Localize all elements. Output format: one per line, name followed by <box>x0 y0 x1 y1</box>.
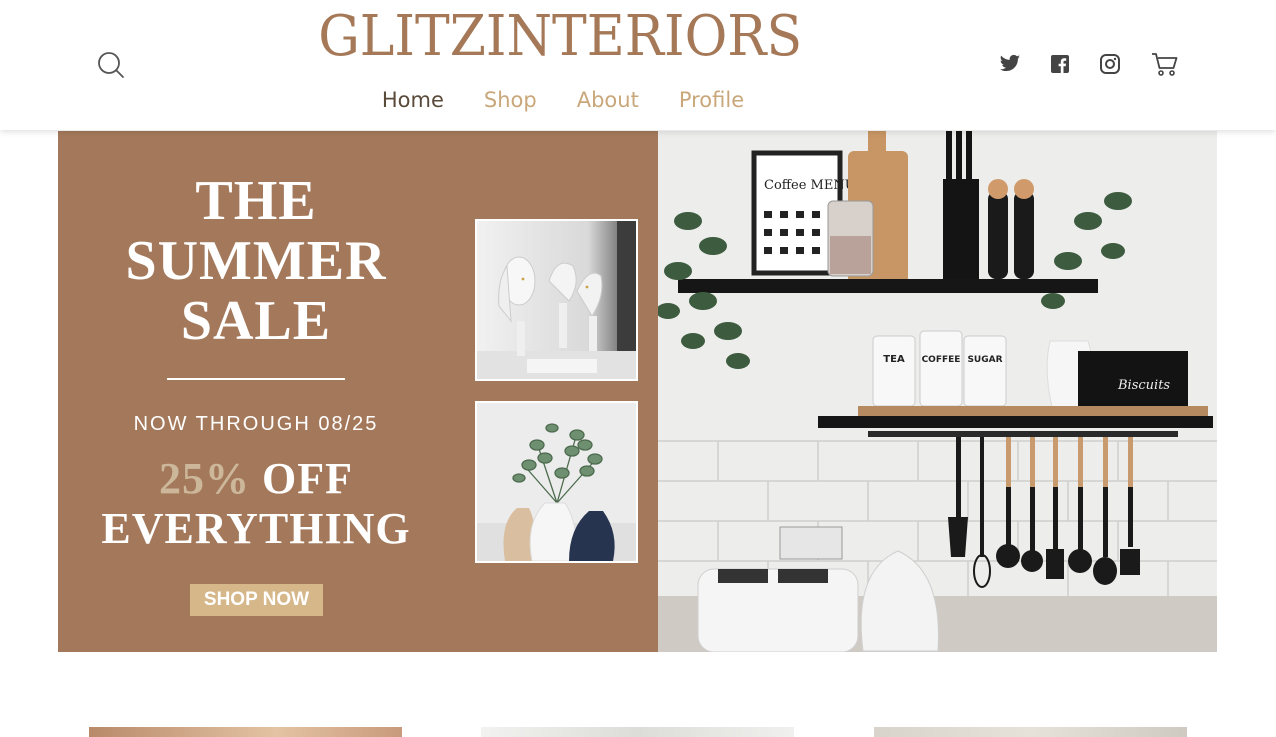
divider <box>167 378 345 380</box>
offer-off: OFF <box>262 454 353 503</box>
kitchen-shelf-photo: Coffee MENU TEA COFFEE SUGAR Biscuits <box>658 131 1217 652</box>
nav-item-profile[interactable]: Profile <box>679 88 744 112</box>
twitter-icon[interactable] <box>998 52 1022 76</box>
instagram-icon[interactable] <box>1098 52 1122 76</box>
tea-canister-label: TEA <box>883 354 905 365</box>
product-card[interactable] <box>874 727 1187 737</box>
sale-offer: 25% OFF EVERYTHING <box>58 454 454 554</box>
coffee-canister-label: COFFEE <box>922 355 961 365</box>
sale-title-line-3: SALE <box>180 290 332 352</box>
search-icon[interactable] <box>96 50 126 80</box>
biscuits-tin-label: Biscuits <box>1117 378 1170 393</box>
cart-icon[interactable] <box>1150 49 1180 79</box>
nav-item-about[interactable]: About <box>577 88 639 112</box>
nav-item-home[interactable]: Home <box>382 88 444 112</box>
site-header: GLITZINTERIORS Home Shop About Profile <box>0 0 1276 130</box>
sale-title-line-1: THE <box>195 170 317 232</box>
facebook-icon[interactable] <box>1048 52 1072 76</box>
sale-banner: THE SUMMER SALE NOW THROUGH 08/25 25% OF… <box>58 131 658 652</box>
brand-logo[interactable]: GLITZINTERIORS <box>318 4 802 69</box>
product-thumbnail-sculpture[interactable] <box>475 219 638 381</box>
coffee-menu-label: Coffee MENU <box>764 178 856 193</box>
sale-date: NOW THROUGH 08/25 <box>133 413 379 435</box>
sugar-canister-label: SUGAR <box>967 355 1002 365</box>
shop-now-button[interactable]: SHOP NOW <box>190 584 323 616</box>
offer-percent: 25% <box>159 454 250 503</box>
offer-everything: EVERYTHING <box>101 504 411 553</box>
main-nav: Home Shop About Profile <box>0 88 1126 112</box>
sale-title-line-2: SUMMER <box>125 230 387 292</box>
sale-title: THE SUMMER SALE <box>58 171 454 351</box>
product-card[interactable] <box>89 727 402 737</box>
product-thumbnail-vases[interactable] <box>475 401 638 563</box>
product-card[interactable] <box>481 727 794 737</box>
nav-item-shop[interactable]: Shop <box>484 88 537 112</box>
